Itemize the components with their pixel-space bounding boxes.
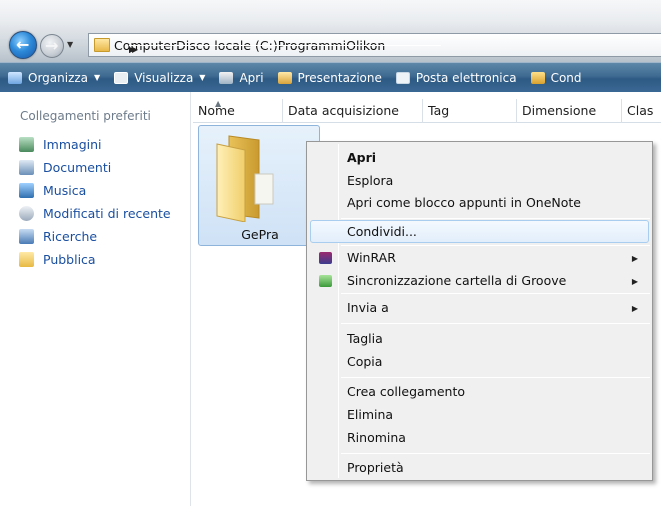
email-label: Posta elettronica xyxy=(415,70,517,85)
menu-item-open[interactable]: Apri xyxy=(347,150,376,165)
public-icon xyxy=(19,252,34,267)
recent-icon xyxy=(19,206,34,221)
searches-icon xyxy=(19,229,34,244)
column-header-name[interactable]: ▲ Nome xyxy=(193,99,283,123)
groove-icon xyxy=(319,275,332,287)
title-address-area: ← → ▼ ▶ Computer ▶ Disco locale (C:) ▶ Prog… xyxy=(0,0,661,62)
menu-separator xyxy=(341,293,650,294)
sidebar-item-recent[interactable]: Modificati di recente xyxy=(19,202,171,225)
sidebar-item-label: Modificati di recente xyxy=(43,206,171,221)
folder-icon xyxy=(216,135,274,222)
chevron-down-icon: ▼ xyxy=(94,73,101,82)
menu-item-explore[interactable]: Esplora xyxy=(347,173,393,188)
column-header-label: Clas xyxy=(627,103,654,118)
organize-icon xyxy=(8,71,22,84)
menu-item-delete[interactable]: Elimina xyxy=(347,407,393,422)
email-icon xyxy=(395,71,410,84)
favorite-links-title: Collegamenti preferiti xyxy=(20,109,151,123)
share-icon xyxy=(530,71,545,84)
favorite-links-list: Immagini Documenti Musica Modificati di … xyxy=(19,133,171,271)
back-button[interactable]: ← xyxy=(9,31,37,59)
menu-separator xyxy=(341,377,650,378)
menu-separator xyxy=(341,218,650,219)
menu-item-winrar[interactable]: WinRAR xyxy=(347,250,396,265)
column-header-label: Data acquisizione xyxy=(288,103,399,118)
forward-button[interactable]: → xyxy=(40,34,64,58)
menu-item-properties[interactable]: Proprietà xyxy=(347,460,404,475)
slideshow-button[interactable]: Presentazione xyxy=(277,70,382,85)
column-header-row: ▲ Nome Data acquisizione Tag Dimensione … xyxy=(193,99,661,123)
organize-button[interactable]: Organizza ▼ xyxy=(8,71,100,85)
forward-arrow-icon: → xyxy=(45,36,59,55)
documents-icon xyxy=(19,160,34,175)
winrar-icon xyxy=(319,252,332,264)
column-header-tag[interactable]: Tag xyxy=(423,99,517,123)
menu-item-send-to[interactable]: Invia a xyxy=(347,300,389,315)
music-icon xyxy=(19,183,34,198)
navigation-pane: Collegamenti preferiti Immagini Document… xyxy=(0,92,191,506)
folder-icon xyxy=(94,38,110,52)
sidebar-item-public[interactable]: Pubblica xyxy=(19,248,171,271)
sidebar-item-pictures[interactable]: Immagini xyxy=(19,133,171,156)
pictures-icon xyxy=(19,137,34,152)
organize-label: Organizza xyxy=(28,70,89,85)
submenu-arrow-icon: ▶ xyxy=(631,277,638,286)
menu-icon-gutter xyxy=(338,144,339,478)
column-header-size[interactable]: Dimensione xyxy=(517,99,622,123)
menu-item-groove-sync[interactable]: Sincronizzazione cartella di Groove xyxy=(347,273,566,288)
sidebar-item-label: Immagini xyxy=(43,137,102,152)
address-bar[interactable]: ▶ Computer ▶ Disco locale (C:) ▶ Programmi … xyxy=(88,33,661,57)
recent-pages-dropdown-icon[interactable]: ▼ xyxy=(67,40,73,49)
back-arrow-icon: ← xyxy=(16,35,30,54)
column-header-class[interactable]: Clas xyxy=(622,99,661,123)
menu-separator xyxy=(341,453,650,454)
sidebar-item-documents[interactable]: Documenti xyxy=(19,156,171,179)
open-icon xyxy=(219,71,234,84)
submenu-arrow-icon: ▶ xyxy=(631,254,638,263)
slideshow-label: Presentazione xyxy=(297,70,382,85)
menu-item-cut[interactable]: Taglia xyxy=(347,331,383,346)
folder-item[interactable]: GePra xyxy=(198,125,320,246)
open-button[interactable]: Apri xyxy=(219,70,264,85)
column-header-label: Dimensione xyxy=(522,103,597,118)
sidebar-item-label: Documenti xyxy=(43,160,112,175)
sidebar-item-searches[interactable]: Ricerche xyxy=(19,225,171,248)
share-label: Cond xyxy=(550,70,582,85)
slideshow-icon xyxy=(277,71,292,84)
chevron-down-icon: ▼ xyxy=(199,73,206,82)
menu-separator xyxy=(341,245,650,246)
menu-item-rename[interactable]: Rinomina xyxy=(347,430,406,445)
chevron-right-icon[interactable]: ▶ xyxy=(132,44,441,54)
column-header-label: Tag xyxy=(428,103,450,118)
sort-ascending-icon: ▲ xyxy=(215,99,222,108)
folder-name: GePra xyxy=(241,227,279,242)
sidebar-item-label: Pubblica xyxy=(43,252,96,267)
share-button[interactable]: Cond xyxy=(530,70,582,85)
column-header-date[interactable]: Data acquisizione xyxy=(283,99,423,123)
menu-item-create-shortcut[interactable]: Crea collegamento xyxy=(347,384,465,399)
open-label: Apri xyxy=(239,70,264,85)
menu-separator xyxy=(341,323,650,324)
context-menu: Apri Esplora Apri come blocco appunti in… xyxy=(306,141,653,481)
email-button[interactable]: Posta elettronica xyxy=(395,70,517,85)
menu-item-share[interactable]: Condividi... xyxy=(347,224,417,239)
menu-item-copy[interactable]: Copia xyxy=(347,354,382,369)
submenu-arrow-icon: ▶ xyxy=(631,304,638,313)
sidebar-item-label: Ricerche xyxy=(43,229,98,244)
command-toolbar: Organizza ▼ Visualizza ▼ Apri Presentazi… xyxy=(0,62,661,92)
menu-item-open-onenote[interactable]: Apri come blocco appunti in OneNote xyxy=(347,195,581,210)
views-button[interactable]: Visualizza ▼ xyxy=(114,71,205,85)
sidebar-item-label: Musica xyxy=(43,183,87,198)
views-icon xyxy=(114,71,129,84)
views-label: Visualizza xyxy=(134,70,194,85)
sidebar-item-music[interactable]: Musica xyxy=(19,179,171,202)
breadcrumb-item[interactable]: ▶ Olikon ▶ xyxy=(129,38,441,54)
